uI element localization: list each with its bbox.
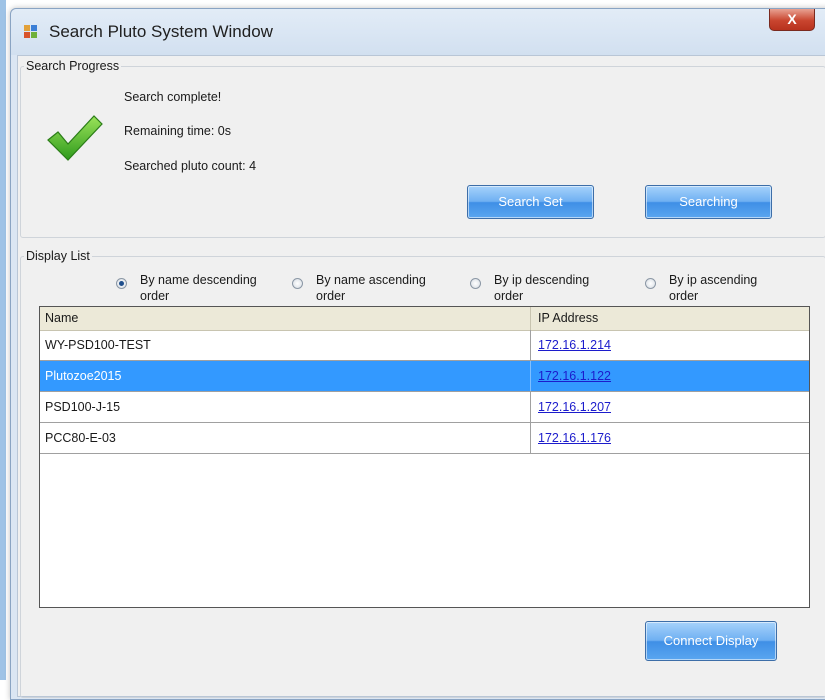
cell-divider <box>530 361 531 391</box>
display-list-label: Display List <box>24 249 92 263</box>
radio-label: By ip ascending order <box>669 273 758 303</box>
cell-divider <box>530 330 531 360</box>
title-bar[interactable]: Search Pluto System Window X <box>11 9 825 55</box>
close-button[interactable]: X <box>769 9 815 31</box>
search-status-text: Search complete! <box>124 90 222 104</box>
row-ip-link[interactable]: 172.16.1.176 <box>538 431 611 445</box>
table-row[interactable]: PCC80-E-03 172.16.1.176 <box>40 423 809 454</box>
table-row-selected[interactable]: Plutozoe2015 172.16.1.122 <box>40 361 809 392</box>
remaining-time-text: Remaining time: 0s <box>124 124 231 138</box>
table-row[interactable]: PSD100-J-15 172.16.1.207 <box>40 392 809 423</box>
radio-label: By name descending order <box>140 273 257 303</box>
radio-dot <box>645 278 656 289</box>
table-row[interactable]: WY-PSD100-TEST 172.16.1.214 <box>40 330 809 361</box>
background-window-edge <box>0 0 6 680</box>
connect-display-button[interactable]: Connect Display <box>645 621 777 661</box>
row-name: PCC80-E-03 <box>45 431 116 445</box>
table-header: Name IP Address <box>40 307 809 331</box>
searched-count-text: Searched pluto count: 4 <box>124 159 257 173</box>
column-divider[interactable] <box>530 307 531 330</box>
check-icon <box>47 115 103 161</box>
cell-divider <box>530 392 531 422</box>
search-progress-label: Search Progress <box>24 59 122 73</box>
row-name: WY-PSD100-TEST <box>45 338 151 352</box>
radio-dot <box>116 278 127 289</box>
column-header-ip[interactable]: IP Address <box>538 311 598 325</box>
radio-dot <box>292 278 303 289</box>
radio-label: By ip descending order <box>494 273 590 303</box>
app-window-icon <box>24 25 38 39</box>
row-name: Plutozoe2015 <box>45 369 122 383</box>
row-name: PSD100-J-15 <box>45 400 121 414</box>
column-header-name[interactable]: Name <box>45 311 78 325</box>
row-ip-link[interactable]: 172.16.1.122 <box>538 369 611 383</box>
window-client-area: Search Progress Search complete! Remaini… <box>17 55 825 698</box>
window-title: Search Pluto System Window <box>49 22 273 41</box>
row-ip-link[interactable]: 172.16.1.214 <box>538 338 611 352</box>
radio-label: By name ascending order <box>316 273 426 303</box>
display-table[interactable]: Name IP Address WY-PSD100-TEST 172.16.1.… <box>39 306 810 608</box>
cell-divider <box>530 423 531 453</box>
search-set-button[interactable]: Search Set <box>467 185 594 219</box>
radio-dot <box>470 278 481 289</box>
searching-button[interactable]: Searching <box>645 185 772 219</box>
search-window: Search Pluto System Window X Search Prog… <box>10 8 825 700</box>
row-ip-link[interactable]: 172.16.1.207 <box>538 400 611 414</box>
